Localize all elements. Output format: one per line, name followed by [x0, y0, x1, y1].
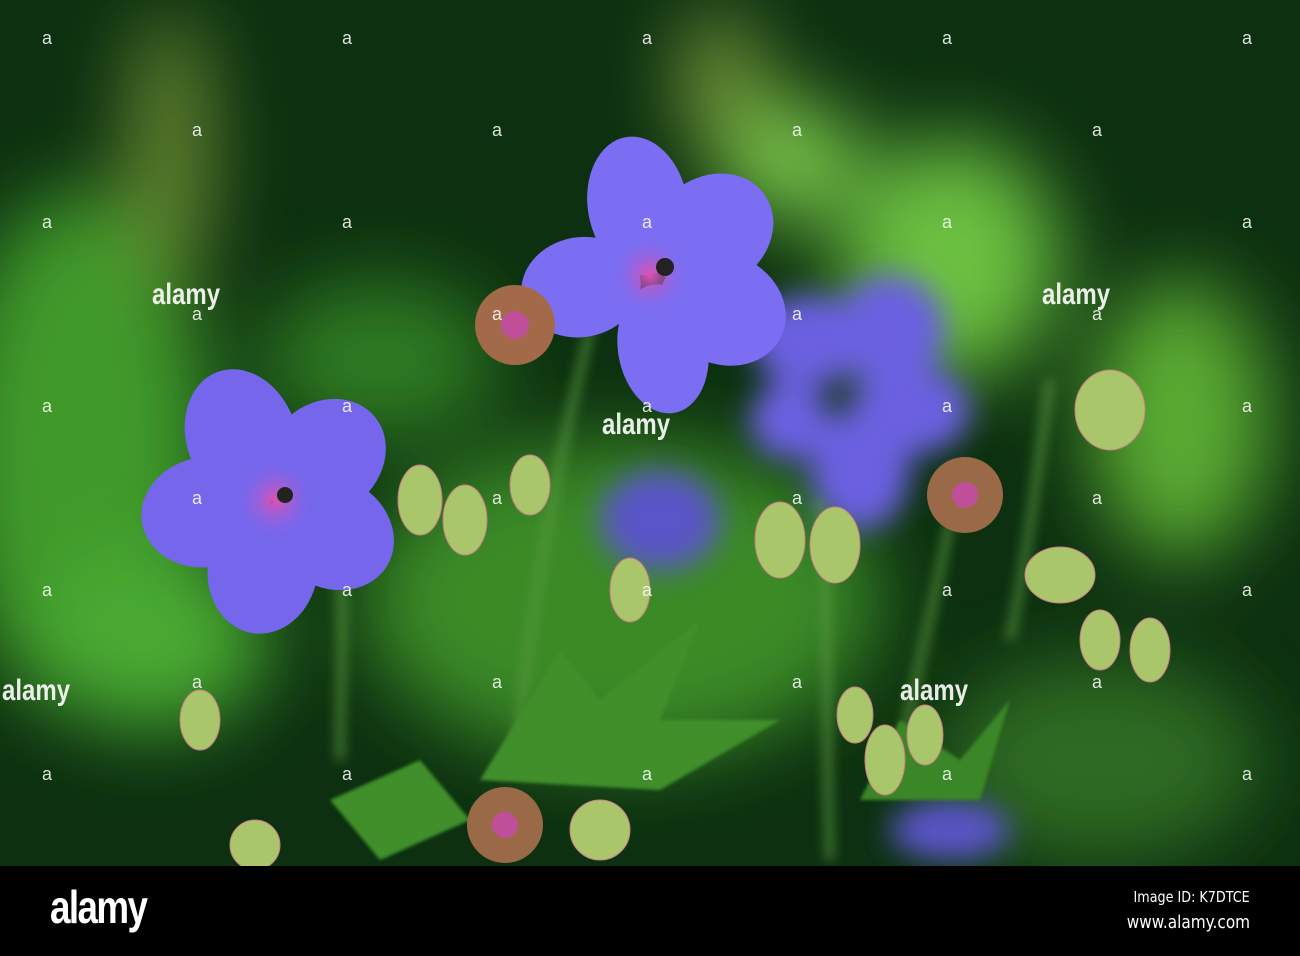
watermark-mark: a [342, 28, 353, 48]
watermark-mark: a [942, 580, 953, 600]
watermark-mark: a [492, 304, 503, 324]
watermark-text: alamy [2, 674, 71, 707]
watermark-mark: a [1242, 212, 1253, 232]
watermark-mark: a [642, 396, 653, 416]
watermark-mark: a [192, 672, 203, 692]
watermark-mark: a [1092, 120, 1103, 140]
watermark-mark: a [942, 212, 953, 232]
watermark-mark: a [42, 28, 53, 48]
watermark-mark: a [192, 120, 203, 140]
watermark-text: alamy [900, 674, 969, 707]
site-url: www.alamy.com [1126, 912, 1250, 933]
watermark-mark: a [1092, 304, 1103, 324]
watermark-mark: a [792, 304, 803, 324]
watermark-mark: a [492, 488, 503, 508]
watermark-mark: a [42, 396, 53, 416]
watermark-mark: a [492, 120, 503, 140]
stock-photo: alamy alamy alamy alamy alamy alamy Imag… [0, 0, 1300, 956]
watermark-mark: a [1242, 396, 1253, 416]
watermark-mark: a [642, 28, 653, 48]
footer-bar: alamy Image ID: K7DTCE www.alamy.com [0, 866, 1300, 956]
watermark-mark: a [342, 580, 353, 600]
watermark-mark: a [642, 764, 653, 784]
image-id: Image ID: K7DTCE [1133, 888, 1250, 906]
watermark-mark: a [942, 764, 953, 784]
watermark-mark: a [1092, 488, 1103, 508]
watermark-mark: a [792, 488, 803, 508]
watermark-mark: a [1092, 672, 1103, 692]
watermark-mark: a [642, 212, 653, 232]
alamy-logo: alamy [50, 881, 148, 933]
watermark-mark: a [342, 212, 353, 232]
watermark-mark: a [42, 580, 53, 600]
watermark-mark: a [42, 764, 53, 784]
watermark-text: alamy [602, 408, 671, 441]
watermark-mark: a [492, 672, 503, 692]
watermark-mark: a [1242, 580, 1253, 600]
watermark-mark: a [642, 580, 653, 600]
watermark-mark: a [942, 396, 953, 416]
watermark-mark: a [192, 304, 203, 324]
watermark-mark: a [942, 28, 953, 48]
watermark-mark: a [1242, 764, 1253, 784]
watermark-text: alamy [152, 278, 221, 311]
watermark-mark: a [1242, 28, 1253, 48]
watermark-mark: a [342, 764, 353, 784]
watermark-mark: a [42, 212, 53, 232]
watermark-mark: a [192, 488, 203, 508]
watermark-mark: a [792, 120, 803, 140]
watermark-mark: a [342, 396, 353, 416]
watermark-mark: a [792, 672, 803, 692]
